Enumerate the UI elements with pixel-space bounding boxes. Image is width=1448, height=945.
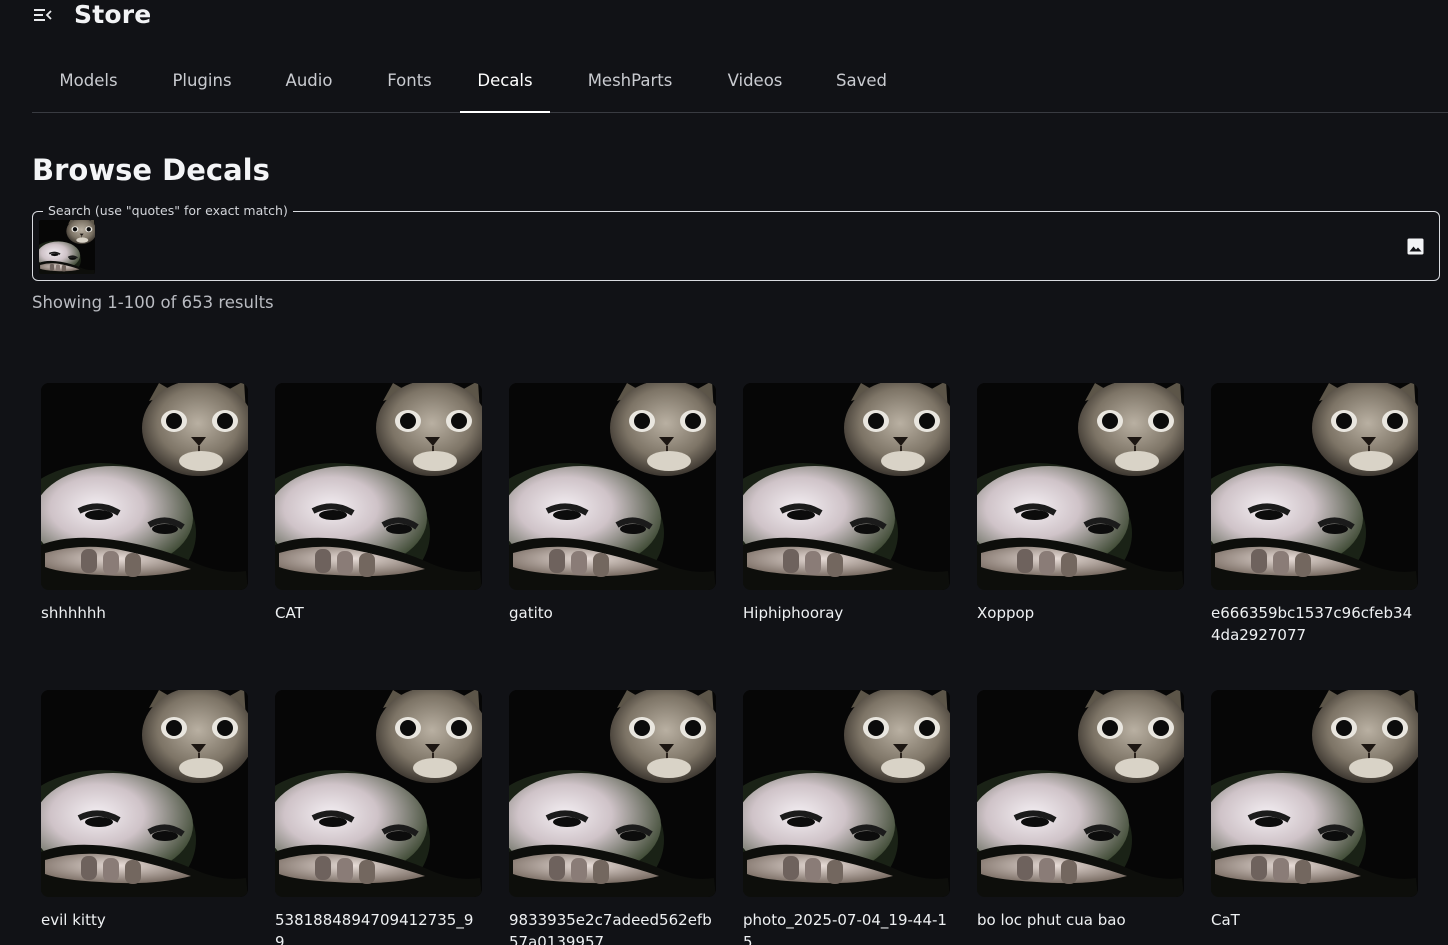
decal-card[interactable]: CaT	[1211, 690, 1418, 931]
search-field[interactable]: Search (use "quotes" for exact match)	[32, 203, 1440, 281]
decal-thumbnail[interactable]	[1211, 383, 1418, 590]
tab-saved[interactable]: Saved	[800, 48, 923, 112]
decal-name[interactable]: bo loc phut cua bao	[977, 909, 1183, 931]
decal-card[interactable]: e666359bc1537c96cfeb344da2927077	[1211, 383, 1418, 646]
search-label: Search (use "quotes" for exact match)	[43, 203, 293, 219]
tab-meshparts[interactable]: MeshParts	[550, 48, 710, 112]
decal-thumbnail[interactable]	[41, 383, 248, 590]
decal-name[interactable]: photo_2025-07-04_19-44-15	[743, 909, 949, 945]
store-title: Store	[74, 0, 152, 29]
decal-thumbnail[interactable]	[41, 690, 248, 897]
decal-card[interactable]: bo loc phut cua bao	[977, 690, 1184, 931]
menu-collapse-icon[interactable]	[32, 4, 54, 26]
decal-card[interactable]: photo_2025-07-04_19-44-15	[743, 690, 950, 945]
decal-thumbnail[interactable]	[977, 690, 1184, 897]
store-app: Store Models Plugins Audio Fonts Decals …	[0, 0, 1448, 945]
decal-thumbnail[interactable]	[509, 690, 716, 897]
decal-card[interactable]: 9833935e2c7adeed562efb57a0139957	[509, 690, 716, 945]
decal-thumbnail[interactable]	[275, 383, 482, 590]
decal-card[interactable]: shhhhhh	[41, 383, 248, 624]
decal-name[interactable]: CaT	[1211, 909, 1417, 931]
decal-thumbnail[interactable]	[275, 690, 482, 897]
decal-card[interactable]: 5381884894709412735_99	[275, 690, 482, 945]
decal-name[interactable]: CAT	[275, 602, 481, 624]
tab-fonts[interactable]: Fonts	[359, 48, 460, 112]
page-title: Browse Decals	[32, 153, 270, 187]
decal-card[interactable]: gatito	[509, 383, 716, 624]
category-tabs: Models Plugins Audio Fonts Decals MeshPa…	[32, 48, 1448, 113]
decal-thumbnail[interactable]	[509, 383, 716, 590]
image-icon[interactable]	[1405, 236, 1425, 256]
decal-grid: shhhhhh CAT gatito Hiphiphooray Xoppop e…	[0, 0, 1448, 945]
decal-name[interactable]: 9833935e2c7adeed562efb57a0139957	[509, 909, 715, 945]
decal-name[interactable]: Hiphiphooray	[743, 602, 949, 624]
tab-models[interactable]: Models	[32, 48, 145, 112]
decal-thumbnail[interactable]	[743, 690, 950, 897]
decal-card[interactable]: evil kitty	[41, 690, 248, 931]
decal-name[interactable]: shhhhhh	[41, 602, 247, 624]
search-image-thumbnail[interactable]	[39, 220, 95, 274]
decal-name[interactable]: Xoppop	[977, 602, 1183, 624]
store-header: Store	[32, 0, 151, 30]
tab-videos[interactable]: Videos	[710, 48, 800, 112]
decal-name[interactable]: gatito	[509, 602, 715, 624]
decal-name[interactable]: 5381884894709412735_99	[275, 909, 481, 945]
decal-name[interactable]: evil kitty	[41, 909, 247, 931]
decal-thumbnail[interactable]	[1211, 690, 1418, 897]
tab-decals[interactable]: Decals	[460, 48, 550, 113]
decal-thumbnail[interactable]	[977, 383, 1184, 590]
results-count: Showing 1-100 of 653 results	[32, 293, 274, 312]
decal-card[interactable]: Xoppop	[977, 383, 1184, 624]
tab-plugins[interactable]: Plugins	[145, 48, 259, 112]
decal-card[interactable]: Hiphiphooray	[743, 383, 950, 624]
decal-thumbnail[interactable]	[743, 383, 950, 590]
tab-audio[interactable]: Audio	[259, 48, 359, 112]
search-input[interactable]	[105, 232, 1389, 264]
decal-card[interactable]: CAT	[275, 383, 482, 624]
decal-name[interactable]: e666359bc1537c96cfeb344da2927077	[1211, 602, 1417, 646]
